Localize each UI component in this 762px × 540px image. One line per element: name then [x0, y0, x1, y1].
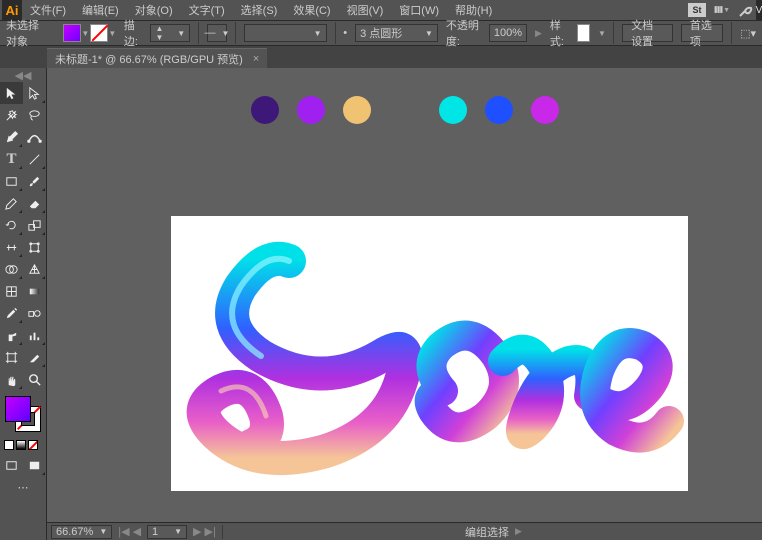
zoom-tool[interactable] — [23, 368, 46, 390]
rotate-tool[interactable] — [0, 214, 23, 236]
menu-type[interactable]: 文字(T) — [181, 0, 233, 21]
collapse-icon[interactable]: ◀◀ — [0, 68, 46, 82]
shape-combo[interactable]: 3 点圆形▼ — [355, 24, 438, 42]
swatch-4[interactable] — [439, 96, 467, 124]
perspective-tool[interactable] — [23, 258, 46, 280]
page-nav-fwd[interactable]: ▶▶| — [193, 525, 216, 538]
lasso-tool[interactable] — [23, 104, 46, 126]
prefs-button[interactable]: 首选项 — [681, 24, 724, 42]
opacity-combo[interactable]: 100% — [489, 24, 527, 42]
menu-window[interactable]: 窗口(W) — [391, 0, 447, 21]
page-nav[interactable]: |◀◀ — [118, 525, 141, 538]
stroke-dropdown[interactable]: ▼ — [109, 24, 116, 42]
menu-effect[interactable]: 效果(C) — [285, 0, 338, 21]
stock-icon[interactable]: St — [688, 3, 706, 17]
canvas-area[interactable] — [47, 68, 762, 522]
love-artwork[interactable] — [171, 216, 688, 491]
document-tab[interactable]: 未标题-1* @ 66.67% (RGB/GPU 预览) × — [47, 48, 267, 68]
edit-toolbar[interactable]: ⋯ — [0, 476, 46, 498]
opacity-arrow[interactable]: ▶ — [535, 28, 542, 39]
fill-dropdown[interactable]: ▼ — [82, 24, 89, 42]
no-selection-label: 未选择对象 — [6, 17, 47, 49]
width-tool[interactable] — [0, 236, 23, 258]
mesh-tool[interactable] — [0, 280, 23, 302]
pen-tool[interactable] — [0, 126, 23, 148]
stroke-swatch[interactable] — [90, 24, 108, 42]
paintbrush-tool[interactable] — [23, 170, 46, 192]
free-transform-tool[interactable] — [23, 236, 46, 258]
menu-right: St ▼ — [688, 2, 760, 18]
style-dropdown[interactable]: ▼ — [598, 24, 605, 42]
blend-tool[interactable] — [23, 302, 46, 324]
doc-setup-button[interactable]: 文档设置 — [622, 24, 673, 42]
artboard[interactable] — [171, 216, 688, 491]
search-icon[interactable] — [738, 2, 754, 18]
rectangle-tool[interactable] — [0, 170, 23, 192]
shaper-tool[interactable] — [0, 192, 23, 214]
stroke-weight-combo[interactable]: ▲▼▼ — [150, 24, 190, 42]
selection-info: 编组选择 — [465, 524, 509, 540]
hand-tool[interactable] — [0, 368, 23, 390]
swatch-5[interactable] — [485, 96, 513, 124]
eraser-tool[interactable] — [23, 192, 46, 214]
swatch-6[interactable] — [531, 96, 559, 124]
page-combo[interactable]: 1▼ — [147, 525, 187, 539]
status-bar: 66.67%▼ |◀◀ 1▼ ▶▶| 编组选择 ▶ — [47, 522, 762, 540]
swatch-2[interactable] — [297, 96, 325, 124]
symbol-sprayer-tool[interactable] — [0, 324, 23, 346]
document-tab-title: 未标题-1* @ 66.67% (RGB/GPU 预览) — [55, 51, 243, 67]
magic-wand-tool[interactable] — [0, 104, 23, 126]
profile-combo[interactable]: —▼ — [207, 24, 227, 42]
tab-bar: 未标题-1* @ 66.67% (RGB/GPU 预览) × — [0, 46, 762, 68]
stroke-label: 描边: — [124, 17, 143, 49]
swatch-1[interactable] — [251, 96, 279, 124]
menu-items: 文件(F) 编辑(E) 对象(O) 文字(T) 选择(S) 效果(C) 视图(V… — [22, 0, 500, 21]
color-mode-switches[interactable] — [0, 438, 46, 452]
fill-stroke-control[interactable] — [3, 394, 43, 434]
line-tool[interactable] — [23, 148, 46, 170]
menu-edit[interactable]: 编辑(E) — [74, 0, 127, 21]
selection-tool[interactable] — [0, 82, 23, 104]
close-tab-icon[interactable]: × — [253, 53, 259, 65]
gradient-tool[interactable] — [23, 280, 46, 302]
screen-mode-normal[interactable] — [0, 454, 23, 476]
shape-builder-tool[interactable] — [0, 258, 23, 280]
slice-tool[interactable] — [23, 346, 46, 368]
swatch-row — [47, 96, 762, 124]
swatch-3[interactable] — [343, 96, 371, 124]
fill-box[interactable] — [5, 396, 31, 422]
scale-tool[interactable] — [23, 214, 46, 236]
arrange-icon[interactable]: ▼ — [714, 2, 730, 18]
align-icon[interactable]: ⬚▾ — [740, 27, 756, 40]
opacity-label: 不透明度: — [446, 17, 481, 49]
curvature-tool[interactable] — [23, 126, 46, 148]
style-swatch[interactable] — [577, 24, 591, 42]
graph-tool[interactable] — [23, 324, 46, 346]
direct-selection-tool[interactable] — [23, 82, 46, 104]
artboard-tool[interactable] — [0, 346, 23, 368]
type-tool[interactable]: T — [0, 148, 23, 170]
brush-combo[interactable]: ▼ — [244, 24, 327, 42]
right-edge-char: V — [756, 0, 762, 20]
zoom-combo[interactable]: 66.67%▼ — [51, 525, 112, 539]
menu-view[interactable]: 视图(V) — [339, 0, 392, 21]
eyedropper-tool[interactable] — [0, 302, 23, 324]
style-label: 样式: — [550, 17, 569, 49]
menu-select[interactable]: 选择(S) — [233, 0, 286, 21]
options-bar: 未选择对象 ▼ ▼ 描边: ▲▼▼ —▼ ▼ • 3 点圆形▼ 不透明度: 10… — [0, 20, 762, 46]
tool-panel: ◀◀ T — [0, 68, 47, 540]
fill-swatch[interactable] — [63, 24, 81, 42]
screen-mode-full[interactable] — [23, 454, 46, 476]
